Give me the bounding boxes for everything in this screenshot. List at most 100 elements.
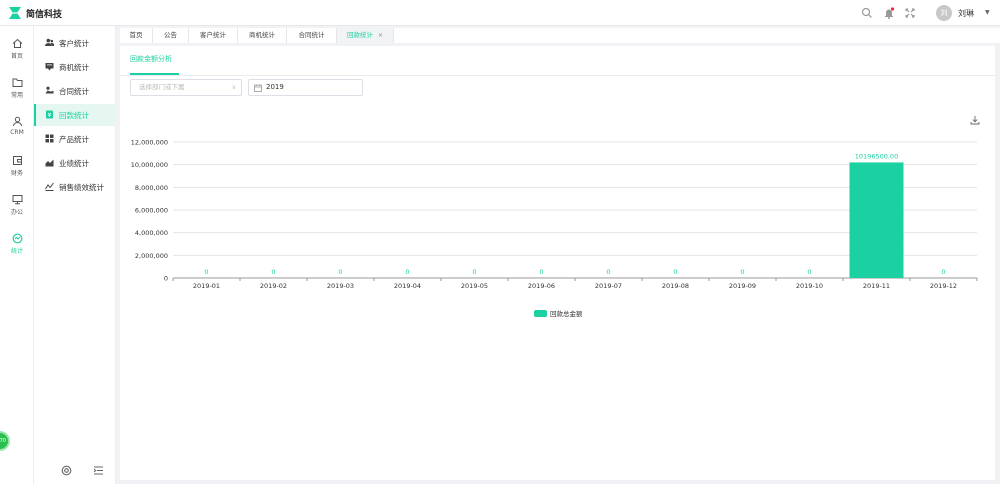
folder-icon [12, 78, 22, 87]
submenu-item-sales-performance[interactable]: 销售绩效统计 [34, 176, 116, 198]
submenu-item-contract[interactable]: 合同统计 [34, 80, 116, 102]
bar-data-label: 0 [941, 268, 945, 276]
close-icon[interactable]: × [378, 32, 383, 39]
brand-name: 简信科技 [26, 10, 63, 20]
main-nav-rail: 首页 常用 CRM 财务 办公 统计 70 [0, 26, 34, 484]
x-tick-label: 2019-05 [461, 282, 488, 290]
y-tick-label: 4,000,000 [135, 229, 168, 237]
bar-data-label: 10196500.00 [855, 152, 898, 160]
rail-label: CRM [10, 129, 24, 136]
x-tick-label: 2019-11 [863, 282, 890, 290]
rail-label: 办公 [10, 209, 23, 216]
payment-icon [46, 110, 53, 119]
search-icon[interactable] [861, 7, 873, 19]
bar-data-label: 0 [539, 268, 543, 276]
rail-label: 首页 [10, 53, 23, 60]
rail-label: 财务 [10, 170, 23, 177]
chart-bar[interactable] [849, 162, 904, 278]
bar-data-label: 0 [606, 268, 610, 276]
submenu-item-payment[interactable]: 回款统计 [34, 104, 116, 126]
x-tick-label: 2019-08 [662, 282, 689, 290]
bar-data-label: 0 [673, 268, 677, 276]
y-tick-label: 10,000,000 [131, 161, 168, 169]
floating-badge[interactable]: 70 [0, 431, 10, 451]
stats-icon [12, 233, 22, 244]
menu-collapse-icon[interactable] [93, 465, 104, 476]
tab-label: 公告 [164, 31, 177, 39]
bar-data-label: 0 [405, 268, 409, 276]
avatar[interactable]: 刘 [936, 5, 952, 21]
x-tick-label: 2019-09 [729, 282, 756, 290]
submenu-label: 合同统计 [59, 87, 89, 96]
submenu-item-customer[interactable]: 客户统计 [34, 32, 116, 54]
rail-item-finance[interactable]: 财务 [0, 155, 34, 177]
user-icon [12, 116, 22, 127]
rail-item-office[interactable]: 办公 [0, 194, 34, 216]
bar-data-label: 0 [338, 268, 342, 276]
legend-label: 回款总金额 [550, 309, 583, 318]
finance-icon [12, 156, 22, 165]
tab-label: 客户统计 [200, 31, 226, 39]
tab-notice[interactable]: 公告 [153, 28, 189, 43]
x-tick-label: 2019-06 [528, 282, 555, 290]
tab-label: 商机统计 [249, 31, 275, 39]
rail-item-stats[interactable]: 统计 [0, 233, 34, 255]
handshake-icon [45, 86, 54, 94]
avatar-text: 刘 [940, 9, 948, 17]
x-tick-label: 2019-12 [930, 282, 957, 290]
badge-text: 70 [0, 438, 6, 444]
bar-data-label: 0 [271, 268, 275, 276]
home-icon [12, 38, 22, 48]
tab-contract-stats[interactable]: 合同统计 [287, 28, 337, 43]
tab-opportunity-stats[interactable]: 商机统计 [238, 28, 287, 43]
bar-data-label: 0 [807, 268, 811, 276]
rail-item-common[interactable]: 常用 [0, 77, 34, 99]
bar-data-label: 0 [472, 268, 476, 276]
x-tick-label: 2019-01 [193, 282, 220, 290]
opportunity-icon [45, 63, 54, 71]
x-tick-label: 2019-02 [260, 282, 287, 290]
tab-label: 合同统计 [298, 31, 325, 39]
submenu-item-product[interactable]: 产品统计 [34, 128, 116, 150]
submenu-item-performance[interactable]: 业绩统计 [34, 152, 116, 174]
rail-label: 统计 [10, 248, 23, 255]
bell-icon[interactable] [883, 7, 895, 19]
stats-submenu: 客户统计 商机统计 合同统计 回款统计 产品统计 业绩统计 销售绩效统计 [34, 26, 116, 484]
tab-home[interactable]: 首页 [120, 28, 153, 43]
settings-icon[interactable] [61, 465, 72, 476]
submenu-label: 回款统计 [59, 111, 89, 120]
download-icon[interactable] [970, 115, 980, 125]
rail-label: 常用 [10, 92, 23, 99]
y-tick-label: 6,000,000 [135, 207, 168, 215]
submenu-label: 销售绩效统计 [59, 183, 104, 192]
fullscreen-icon[interactable] [904, 7, 916, 19]
submenu-label: 业绩统计 [59, 159, 89, 168]
performance-icon [45, 159, 54, 167]
x-tick-label: 2019-07 [595, 282, 622, 290]
chevron-down-icon[interactable]: ▼ [985, 9, 990, 16]
x-tick-label: 2019-04 [394, 282, 421, 290]
sales-icon [45, 182, 54, 191]
bar-data-label: 0 [204, 268, 208, 276]
product-icon [45, 134, 54, 143]
tab-label: 首页 [129, 31, 143, 39]
rail-item-home[interactable]: 首页 [0, 38, 34, 60]
submenu-item-opportunity[interactable]: 商机统计 [34, 56, 116, 78]
tab-payment-stats[interactable]: 回款统计 × [337, 28, 394, 43]
x-tick-label: 2019-10 [796, 282, 823, 290]
y-tick-label: 0 [164, 275, 168, 283]
tab-customer-stats[interactable]: 客户统计 [189, 28, 238, 43]
monitor-icon [12, 195, 22, 205]
submenu-label: 客户统计 [59, 39, 89, 48]
user-name[interactable]: 刘琳 [958, 8, 974, 19]
logo-icon [9, 7, 21, 19]
legend-swatch [534, 310, 547, 317]
top-bar: 简信科技 刘 刘琳 ▼ [0, 0, 1000, 26]
y-tick-label: 2,000,000 [135, 252, 168, 260]
page-tabs: 首页 公告 客户统计 商机统计 合同统计 回款统计 × [120, 28, 1000, 43]
y-tick-label: 12,000,000 [131, 139, 168, 147]
y-tick-label: 8,000,000 [135, 184, 168, 192]
tab-label: 回款统计 [346, 31, 373, 39]
rail-item-crm[interactable]: CRM [0, 116, 34, 136]
bar-data-label: 0 [740, 268, 744, 276]
